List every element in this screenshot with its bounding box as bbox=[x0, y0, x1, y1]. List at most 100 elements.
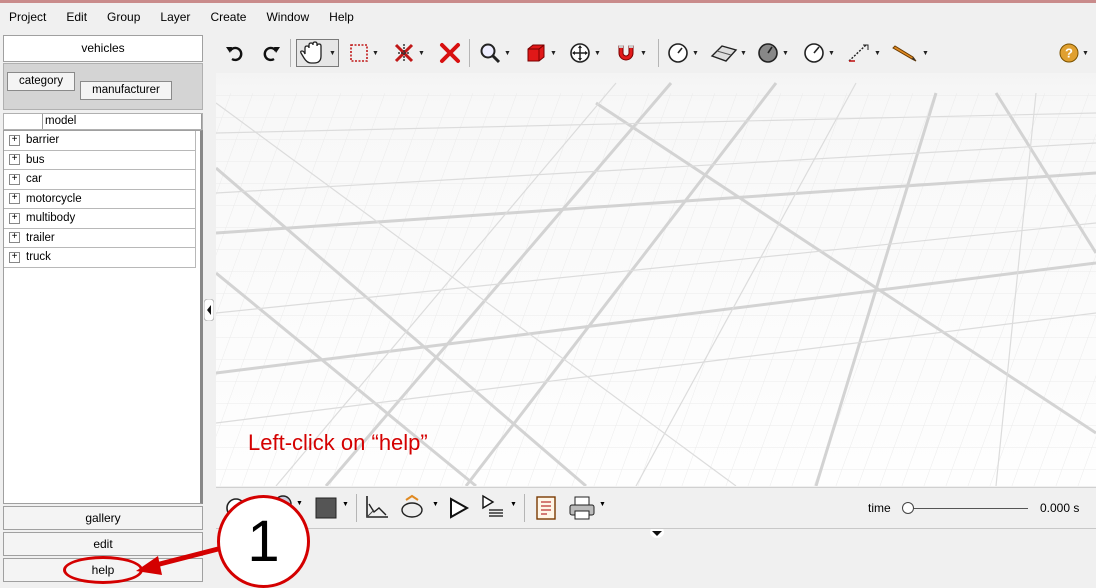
tree-item-label: trailer bbox=[26, 231, 55, 244]
category-button[interactable]: category bbox=[7, 72, 75, 91]
dial-3-icon bbox=[804, 43, 824, 63]
tree-item-trailer[interactable]: + trailer bbox=[4, 228, 196, 248]
play-list-icon[interactable] bbox=[480, 494, 506, 520]
menu-layer[interactable]: Layer bbox=[150, 8, 200, 26]
instruction-annotation: Left-click on “help” bbox=[248, 430, 428, 455]
surface-button[interactable]: ▼ bbox=[710, 41, 747, 65]
expand-icon[interactable]: + bbox=[9, 173, 20, 185]
play-icon[interactable] bbox=[448, 496, 470, 520]
move-icon bbox=[570, 43, 590, 63]
collapse-panel-icon[interactable] bbox=[204, 299, 214, 321]
cube-icon bbox=[527, 44, 545, 62]
time-label: time bbox=[868, 501, 891, 515]
undo-button[interactable] bbox=[224, 41, 246, 65]
pan-tool-button[interactable]: ▼ bbox=[296, 39, 339, 67]
tree-item-bus[interactable]: + bus bbox=[4, 150, 196, 170]
select-rect-button[interactable]: ▼ bbox=[348, 41, 379, 65]
print-icon[interactable] bbox=[568, 495, 596, 521]
timeline-toolbar: ▼ ▼ ▼ ▼ ▼ time 0.000 s bbox=[216, 487, 1096, 527]
category-area: category manufacturer bbox=[3, 63, 203, 110]
3d-viewport[interactable] bbox=[216, 73, 1096, 486]
step-number: 1 bbox=[247, 509, 280, 574]
expand-icon[interactable]: + bbox=[9, 232, 20, 244]
pencil-button[interactable]: ▼ bbox=[890, 41, 929, 65]
select-rect-icon bbox=[350, 44, 368, 62]
tree-item-label: barrier bbox=[26, 134, 60, 147]
color-swatch-icon[interactable] bbox=[314, 496, 338, 520]
tree-item-label: car bbox=[26, 173, 42, 186]
magnet-icon bbox=[618, 45, 634, 61]
toolbar-separator bbox=[356, 494, 357, 522]
model-column-header[interactable]: model bbox=[3, 113, 203, 130]
edit-button[interactable]: edit bbox=[3, 532, 203, 556]
delete-button[interactable] bbox=[438, 41, 462, 65]
cut-select-icon bbox=[394, 43, 414, 63]
menu-group[interactable]: Group bbox=[97, 8, 150, 26]
main-toolbar: ▼ ▼ ▼ ▼ ▼ ▼ ▼ ▼ ▼ ▼ ▼ ▼ ▼ ? ▼ bbox=[216, 35, 1096, 71]
undo-icon bbox=[226, 46, 243, 62]
left-panel: vehicles category manufacturer model + ba… bbox=[3, 35, 203, 587]
toolbar-separator bbox=[524, 494, 525, 522]
expand-icon[interactable]: + bbox=[9, 154, 20, 166]
grid-floor bbox=[216, 73, 1096, 486]
time-value: 0.000 s bbox=[1040, 501, 1080, 515]
tree-item-barrier[interactable]: + barrier bbox=[4, 131, 196, 151]
menu-project[interactable]: Project bbox=[0, 8, 56, 26]
toolbar-separator bbox=[290, 39, 291, 67]
dial-1-button[interactable]: ▼ bbox=[666, 41, 699, 65]
tree-item-label: bus bbox=[26, 153, 45, 166]
expand-icon[interactable]: + bbox=[9, 134, 20, 146]
move-button[interactable]: ▼ bbox=[568, 41, 601, 65]
model-header-label: model bbox=[42, 114, 202, 129]
menu-create[interactable]: Create bbox=[200, 8, 256, 26]
zoom-icon bbox=[480, 43, 501, 64]
dropdown-caret-icon[interactable]: ▼ bbox=[342, 501, 349, 508]
graph-icon[interactable] bbox=[364, 494, 390, 520]
expand-icon[interactable]: + bbox=[9, 193, 20, 205]
expand-icon[interactable]: + bbox=[9, 251, 20, 263]
magnet-button[interactable]: ▼ bbox=[614, 41, 647, 65]
measure-icon bbox=[848, 44, 869, 62]
toolbar-separator bbox=[469, 39, 470, 67]
time-slider-track[interactable] bbox=[912, 508, 1028, 509]
help-toolbar-button[interactable]: ? ▼ bbox=[1058, 41, 1089, 65]
splitter-down-icon[interactable] bbox=[650, 529, 664, 539]
pencil-icon bbox=[892, 45, 917, 62]
dropdown-caret-icon[interactable]: ▼ bbox=[432, 501, 439, 508]
vehicle-tree[interactable]: + barrier + bus + car + motorcycle + multibod… bbox=[3, 130, 203, 504]
redo-button[interactable] bbox=[260, 41, 282, 65]
dropdown-caret-icon[interactable]: ▼ bbox=[599, 501, 606, 508]
vehicles-tab[interactable]: vehicles bbox=[3, 35, 203, 62]
cube-button[interactable]: ▼ bbox=[524, 41, 557, 65]
report-icon[interactable] bbox=[534, 495, 558, 521]
dial-2-button[interactable]: ▼ bbox=[756, 41, 789, 65]
expand-icon[interactable]: + bbox=[9, 212, 20, 224]
tree-item-multibody[interactable]: + multibody bbox=[4, 209, 196, 229]
tree-item-label: multibody bbox=[26, 212, 76, 225]
delete-x-icon bbox=[440, 43, 460, 63]
surface-icon bbox=[710, 45, 738, 62]
camera-path-icon[interactable] bbox=[398, 494, 428, 520]
manufacturer-button[interactable]: manufacturer bbox=[80, 81, 172, 100]
tree-item-label: truck bbox=[26, 251, 51, 264]
tree-item-truck[interactable]: + truck bbox=[4, 248, 196, 268]
tree-item-car[interactable]: + car bbox=[4, 170, 196, 190]
gallery-button[interactable]: gallery bbox=[3, 506, 203, 530]
toolbar-separator bbox=[658, 39, 659, 67]
measure-button[interactable]: ▼ bbox=[846, 41, 881, 65]
menu-help[interactable]: Help bbox=[319, 8, 364, 26]
cut-select-button[interactable]: ▼ bbox=[392, 41, 425, 65]
menu-window[interactable]: Window bbox=[256, 8, 319, 26]
dial-2-icon bbox=[758, 43, 778, 63]
menu-bar: Project Edit Group Layer Create Window H… bbox=[0, 8, 364, 26]
menu-edit[interactable]: Edit bbox=[56, 8, 97, 26]
dial-3-button[interactable]: ▼ bbox=[802, 41, 835, 65]
zoom-button[interactable]: ▼ bbox=[478, 41, 511, 65]
help-icon: ? bbox=[1059, 43, 1079, 63]
time-slider-knob[interactable] bbox=[902, 502, 914, 514]
dropdown-caret-icon[interactable]: ▼ bbox=[510, 501, 517, 508]
svg-text:?: ? bbox=[1065, 46, 1073, 61]
help-highlight-ellipse bbox=[63, 556, 143, 584]
tree-item-label: motorcycle bbox=[26, 192, 82, 205]
tree-item-motorcycle[interactable]: + motorcycle bbox=[4, 189, 196, 209]
